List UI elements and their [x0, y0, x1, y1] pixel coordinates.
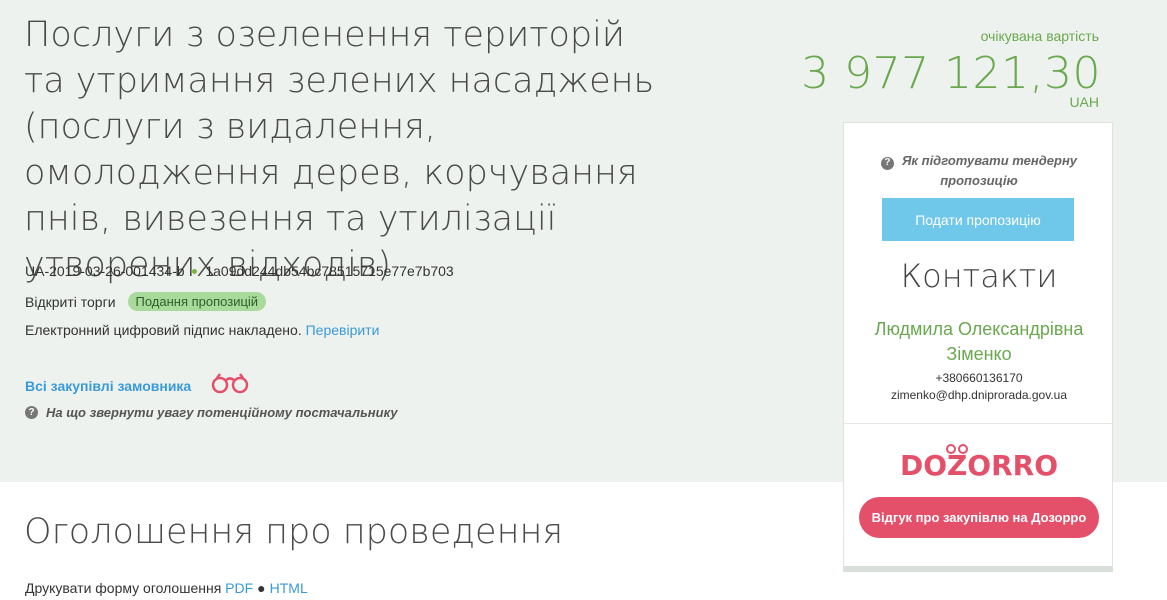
status-dot-icon [192, 268, 198, 274]
signature-row: Електронний цифровий підпис накладено. П… [25, 322, 379, 338]
print-form-row: Друкувати форму оголошення PDF ● HTML [25, 580, 308, 596]
tender-id: UA-2019-03-26-001434-b [25, 263, 185, 279]
dozorro-logo[interactable]: DOZORRO [844, 441, 1114, 485]
buyer-row: Всі закупівлі замовника [25, 372, 251, 399]
attention-tip[interactable]: ? На що звернути увагу потенційному пост… [25, 405, 398, 420]
contact-email: zimenko@dhp.dniprorada.gov.ua [890, 388, 1068, 402]
expected-cost-label: очікувана вартість [980, 28, 1099, 44]
card-shadow [843, 566, 1113, 572]
tender-sidebar-card: ? Як підготувати тендерну пропозицію Пода… [843, 122, 1113, 570]
contact-phone: +380660136170 [935, 371, 1023, 385]
tender-hash: 1a09dd244db54bc78515715e77e7b703 [205, 263, 454, 279]
tender-id-row: UA-2019-03-26-001434-b 1a09dd244db54bc78… [25, 263, 454, 279]
howto-text: Як підготувати тендерну пропозицію [901, 153, 1078, 188]
contacts-heading: Контакти [900, 257, 1058, 295]
announcement-title: Оголошення про проведення [24, 512, 564, 552]
question-icon: ? [880, 156, 894, 170]
attention-text: На що звернути увагу потенційному постач… [46, 405, 398, 420]
print-form-label: Друкувати форму оголошення [25, 580, 222, 596]
question-icon: ? [25, 406, 38, 419]
binoculars-icon[interactable] [209, 372, 251, 399]
contact-name: Людмила Олександрівна Зіменко [874, 319, 1084, 364]
bullet-separator: ● [257, 580, 266, 596]
card-divider [844, 423, 1112, 424]
submit-proposal-button[interactable]: Подати пропозицію [882, 198, 1074, 241]
procedure-type: Відкриті торги [25, 293, 116, 310]
pdf-link[interactable]: PDF [225, 580, 253, 596]
tender-title: Послуги з озеленення територій та утрима… [24, 15, 655, 285]
html-link[interactable]: HTML [270, 580, 308, 596]
procedure-row: Відкриті торги Подання пропозицій [25, 292, 267, 311]
svg-text:DOZORRO: DOZORRO [900, 449, 1058, 482]
signature-text: Електронний цифровий підпис накладено. [25, 322, 302, 338]
dozorro-feedback-button[interactable]: Відгук про закупівлю на Дозорро [859, 497, 1099, 538]
buyer-tenders-link[interactable]: Всі закупівлі замовника [25, 378, 191, 394]
verify-signature-link[interactable]: Перевірити [306, 322, 380, 338]
currency-label: UAH [1069, 94, 1099, 110]
howto-prepare-link[interactable]: ? Як підготувати тендерну пропозицію [844, 151, 1114, 191]
expected-cost-value: 3 977 121,30 [801, 48, 1101, 99]
status-badge: Подання пропозицій [127, 292, 267, 311]
